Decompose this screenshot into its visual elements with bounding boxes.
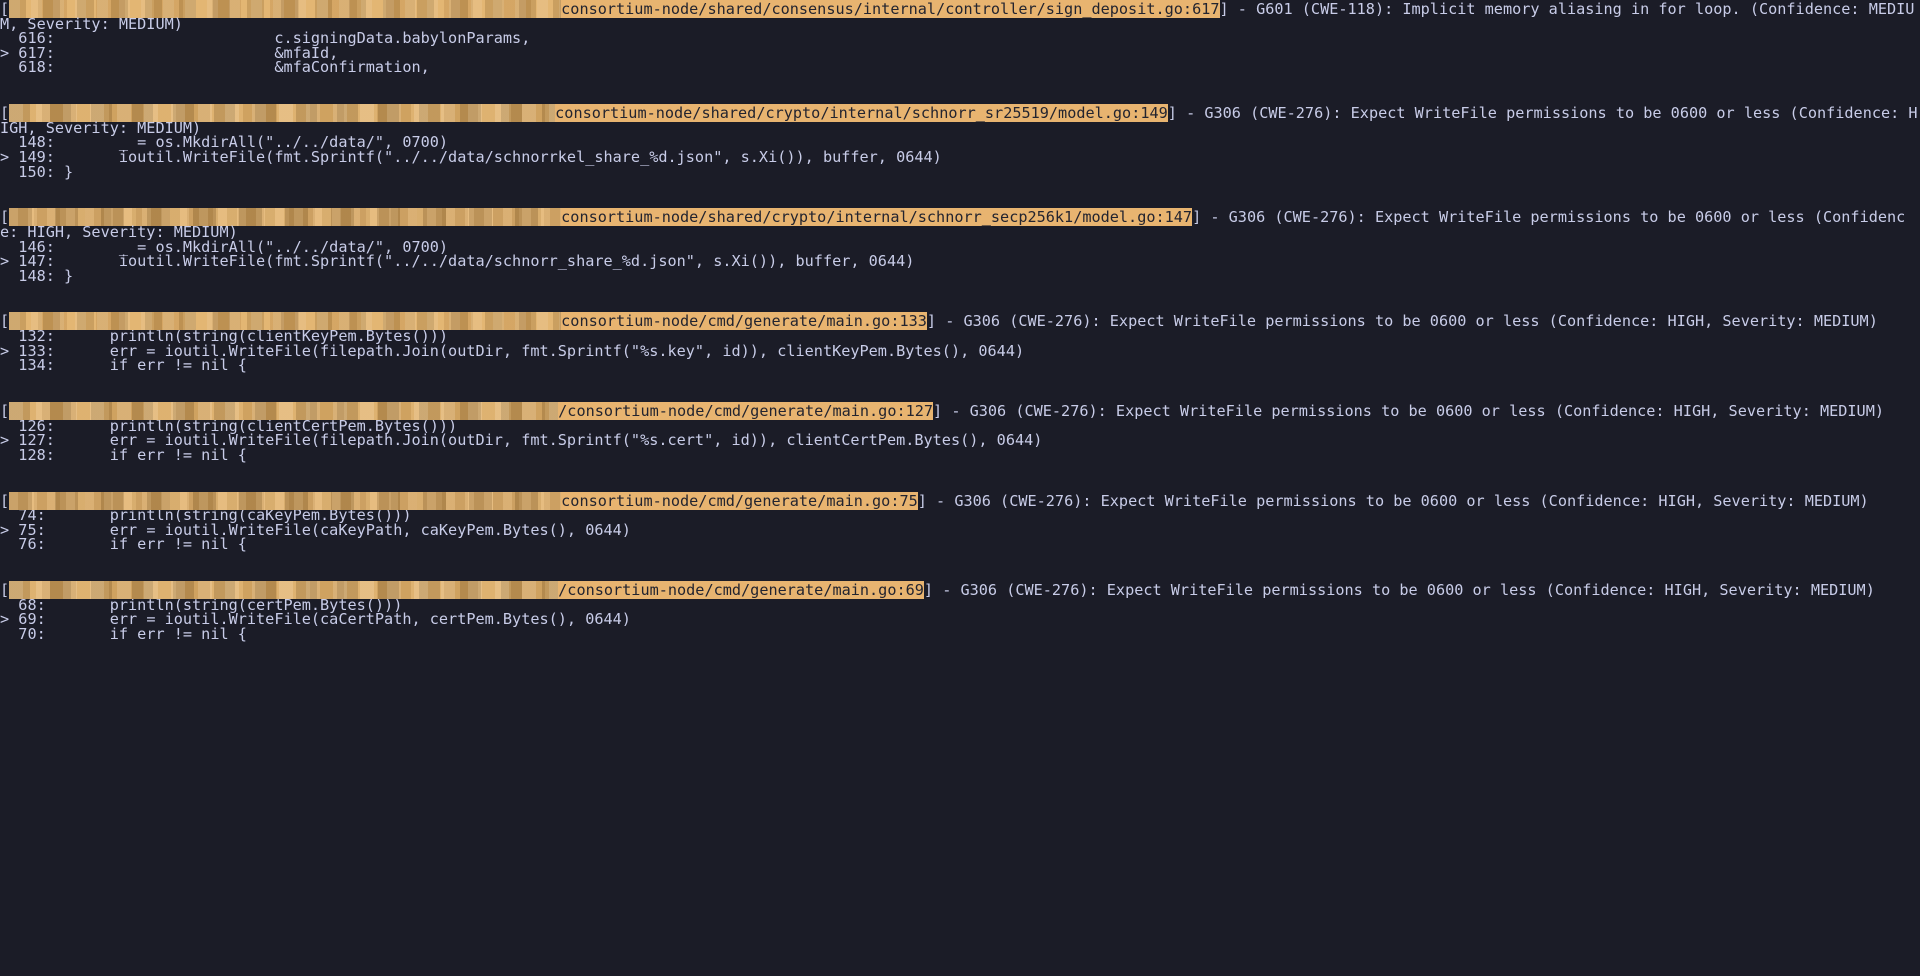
finding-file-path[interactable]: /consortium-node/cmd/generate/main.go:12… [558,402,934,421]
finding-spacer [0,462,1920,491]
code-line-text: if err != nil { [54,356,247,375]
gosec-finding: [ /consortium-node/cmd/generate/main.go:6… [0,581,1920,643]
code-context-line: 150: } [0,162,1920,181]
finding-header: [consortium-node/shared/crypto/internal/… [0,104,1920,135]
redacted-path-prefix [9,312,562,331]
gosec-finding: [consortium-node/shared/crypto/internal/… [0,208,1920,283]
gosec-finding: [ consortium-node/cmd/generate/main.go:75… [0,491,1920,552]
open-bracket: [ [0,402,10,421]
finding-message: ] - G306 (CWE-276): Expect WriteFile per… [926,312,1878,331]
code-line-text: if err != nil { [54,445,247,464]
code-line-number: 76: [18,535,46,554]
code-line-text: if err != nil { [45,624,247,643]
code-line-number: 618: [18,58,55,77]
finding-header: [consortium-node/shared/consensus/intern… [0,0,1920,31]
gosec-finding: [ consortium-node/cmd/generate/main.go:13… [0,312,1920,373]
code-line-number: 134: [18,356,55,375]
code-line-text: &mfaConfirmation, [54,58,430,77]
code-line-marker [0,535,18,553]
code-context-line: > 133: err = ioutil.WriteFile(filepath.J… [0,343,1920,358]
code-line-number: 128: [18,445,55,464]
finding-header: [ /consortium-node/cmd/generate/main.go:1… [0,402,1920,421]
code-context-line: > 75: err = ioutil.WriteFile(caKeyPath, … [0,522,1920,537]
gosec-finding: [consortium-node/shared/crypto/internal/… [0,104,1920,179]
redacted-path-prefix [9,491,562,510]
code-line-text: } [54,266,74,285]
code-line-number: 70: [18,624,46,643]
gosec-finding: [consortium-node/shared/consensus/intern… [0,0,1920,75]
gosec-finding: [ /consortium-node/cmd/generate/main.go:1… [0,402,1920,462]
code-context-line: > 149: ioutil.WriteFile(fmt.Sprintf("../… [0,147,1920,166]
finding-file-path[interactable]: consortium-node/cmd/generate/main.go:75 [561,491,918,510]
code-line-number: 150: [18,162,55,181]
finding-header: [ /consortium-node/cmd/generate/main.go:6… [0,581,1920,600]
terminal-output[interactable]: [ consortium-node/shared/consensus/intern… [0,0,1920,976]
finding-header: [ consortium-node/cmd/generate/main.go:75… [0,491,1920,510]
code-context-line: > 127: err = ioutil.WriteFile(filepath.J… [0,433,1920,448]
open-bracket: [ [0,491,10,510]
code-line-marker [0,625,18,643]
code-context-line: 128: if err != nil { [0,445,1920,464]
finding-file-path[interactable]: /consortium-node/cmd/generate/main.go:69 [558,581,924,600]
code-line-text: if err != nil { [45,535,247,554]
finding-file-path[interactable]: consortium-node/shared/crypto/internal/s… [555,104,1168,123]
code-context-line: 70: if err != nil { [0,624,1920,643]
finding-header: [consortium-node/shared/crypto/internal/… [0,208,1920,239]
code-line-marker [0,163,18,181]
finding-message: ] - G306 (CWE-276): Expect WriteFile per… [923,581,1875,600]
code-line-marker [0,356,18,374]
code-context-line: > 69: err = ioutil.WriteFile(caCertPath,… [0,612,1920,627]
code-line-text: } [54,162,74,181]
finding-spacer [0,75,1920,104]
code-line-marker [0,446,18,464]
code-line-marker [0,267,18,285]
code-line-marker [0,58,18,76]
finding-spacer [0,283,1920,312]
finding-message: ] - G306 (CWE-276): Expect WriteFile per… [917,491,1869,510]
finding-header: [ consortium-node/cmd/generate/main.go:13… [0,312,1920,331]
redacted-path-prefix [9,402,559,421]
redacted-path-prefix [9,581,559,600]
code-line-text: ioutil.WriteFile(fmt.Sprintf("../../data… [54,147,942,166]
finding-message: ] - G306 (CWE-276): Expect WriteFile per… [933,402,1884,421]
code-line-text: ioutil.WriteFile(fmt.Sprintf("../../data… [54,252,915,271]
finding-spacer [0,373,1920,402]
code-line-number: 148: [18,266,55,285]
finding-file-path[interactable]: consortium-node/shared/consensus/interna… [561,0,1220,18]
code-context-line: > 147: ioutil.WriteFile(fmt.Sprintf("../… [0,252,1920,271]
finding-file-path[interactable]: consortium-node/shared/crypto/internal/s… [561,208,1193,227]
finding-spacer [0,552,1920,581]
finding-spacer [0,642,1920,671]
code-context-line: 618: &mfaConfirmation, [0,60,1920,75]
open-bracket: [ [0,581,10,600]
open-bracket: [ [0,312,10,331]
code-context-line: 76: if err != nil { [0,537,1920,552]
finding-file-path[interactable]: consortium-node/cmd/generate/main.go:133 [561,312,927,331]
finding-spacer [0,179,1920,208]
code-context-line: 148: } [0,266,1920,285]
code-context-line: 134: if err != nil { [0,358,1920,373]
